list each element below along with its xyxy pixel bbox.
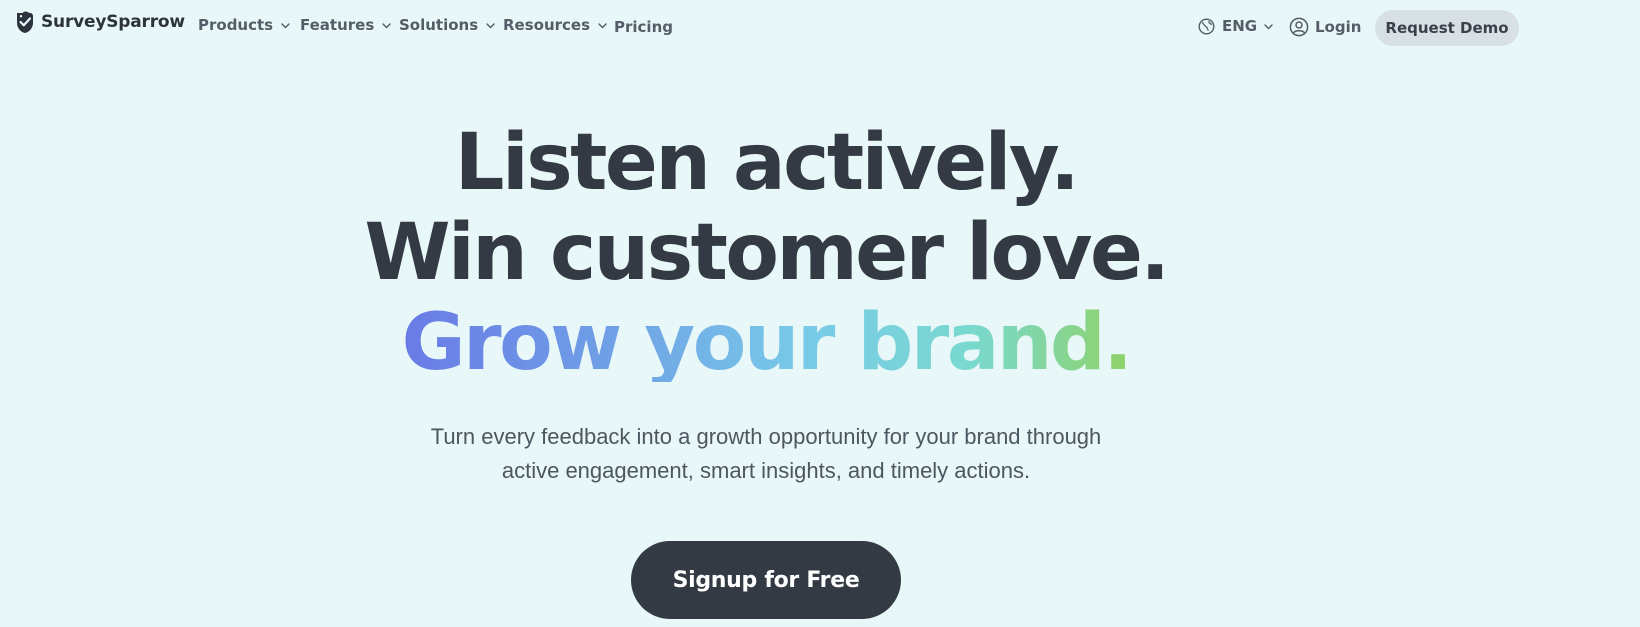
chevron-down-icon xyxy=(598,23,607,29)
signup-button[interactable]: Signup for Free xyxy=(631,541,901,619)
chevron-down-icon xyxy=(1264,24,1273,30)
request-demo-button[interactable]: Request Demo xyxy=(1375,10,1519,46)
hero-subtitle-line-2: active engagement, smart insights, and t… xyxy=(501,458,1031,483)
nav-item-label: Pricing xyxy=(614,18,673,36)
sparrow-logo-icon xyxy=(17,11,33,33)
nav-item-label: Resources xyxy=(503,16,591,34)
language-selector[interactable]: ENG xyxy=(1198,17,1273,35)
nav-item-features[interactable]: Features xyxy=(300,16,391,34)
hero-subtitle: Turn every feedback into a growth opport… xyxy=(366,420,1166,488)
hero-headline-line-1: Listen actively. xyxy=(454,118,1080,208)
brand-name: SurveySparrow xyxy=(41,12,185,32)
nav-item-resources[interactable]: Resources xyxy=(503,16,607,34)
chevron-down-icon xyxy=(486,23,495,29)
nav-item-solutions[interactable]: Solutions xyxy=(399,16,495,34)
hero-headline-line-2: Win customer love. xyxy=(364,208,1170,298)
hero-subtitle-line-1: Turn every feedback into a growth opport… xyxy=(430,424,1102,449)
nav-item-label: Solutions xyxy=(399,16,479,34)
login-label: Login xyxy=(1315,18,1362,36)
brand-logo-link[interactable]: SurveySparrow xyxy=(14,10,185,34)
nav-item-label: Products xyxy=(198,16,274,34)
chevron-down-icon xyxy=(382,23,391,29)
user-circle-icon xyxy=(1289,17,1309,37)
hero-headline-line-3: Grow your brand. xyxy=(401,298,1133,388)
top-navigation: SurveySparrow Products Features Solution… xyxy=(0,0,1640,54)
login-link[interactable]: Login xyxy=(1289,17,1361,37)
nav-item-pricing[interactable]: Pricing xyxy=(614,18,673,36)
hero-headline-line-3-wrapper: Grow your brand. xyxy=(0,304,1532,382)
chevron-down-icon xyxy=(281,23,290,29)
nav-item-label: Features xyxy=(300,16,375,34)
nav-item-products[interactable]: Products xyxy=(198,16,290,34)
language-label: ENG xyxy=(1222,17,1258,35)
globe-icon xyxy=(1198,17,1215,35)
